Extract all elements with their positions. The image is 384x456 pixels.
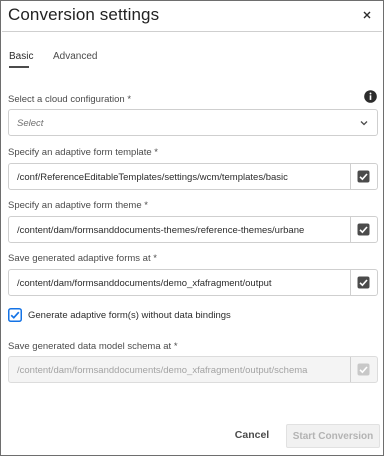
field-divider [350,270,351,295]
start-conversion-button[interactable]: Start Conversion [286,424,380,448]
cloud-config-placeholder: Select [17,118,44,129]
tab-selected-indicator [9,66,29,68]
no-data-bindings-checkbox[interactable] [8,308,22,322]
form-theme-browse-checkbox[interactable] [357,223,370,236]
save-schema-field: /content/dam/formsanddocuments/demo_xfaf… [8,356,378,383]
title-divider [2,31,382,32]
save-schema-label: Save generated data model schema at * [8,341,178,352]
form-template-browse-checkbox[interactable] [357,170,370,183]
cancel-button[interactable]: Cancel [229,424,275,446]
cloud-config-label: Select a cloud configuration * [8,94,132,105]
field-divider [350,357,351,382]
tab-basic[interactable]: Basic [9,51,33,62]
form-theme-value: /content/dam/formsanddocuments-themes/re… [17,225,305,236]
save-schema-value: /content/dam/formsanddocuments/demo_xfaf… [17,365,308,376]
field-divider [350,217,351,242]
tab-advanced[interactable]: Advanced [53,51,97,62]
dialog-title: Conversion settings [8,5,160,24]
save-forms-browse-checkbox[interactable] [357,276,370,289]
form-theme-label: Specify an adaptive form theme * [8,200,148,211]
save-forms-label: Save generated adaptive forms at * [8,253,157,264]
form-template-value: /conf/ReferenceEditableTemplates/setting… [17,172,288,183]
no-data-bindings-label[interactable]: Generate adaptive form(s) without data b… [28,310,231,321]
close-icon[interactable] [360,8,374,22]
info-icon[interactable] [364,90,377,103]
save-forms-value: /content/dam/formsanddocuments/demo_xfaf… [17,278,272,289]
save-schema-browse-checkbox [357,363,370,376]
form-template-field[interactable]: /conf/ReferenceEditableTemplates/setting… [8,163,378,190]
field-divider [350,164,351,189]
chevron-down-icon [360,121,368,126]
form-theme-field[interactable]: /content/dam/formsanddocuments-themes/re… [8,216,378,243]
form-template-label: Specify an adaptive form template * [8,147,158,158]
save-forms-field[interactable]: /content/dam/formsanddocuments/demo_xfaf… [8,269,378,296]
cloud-config-select[interactable]: Select [8,109,378,136]
conversion-settings-dialog: Conversion settings Basic Advanced Selec… [0,0,384,456]
